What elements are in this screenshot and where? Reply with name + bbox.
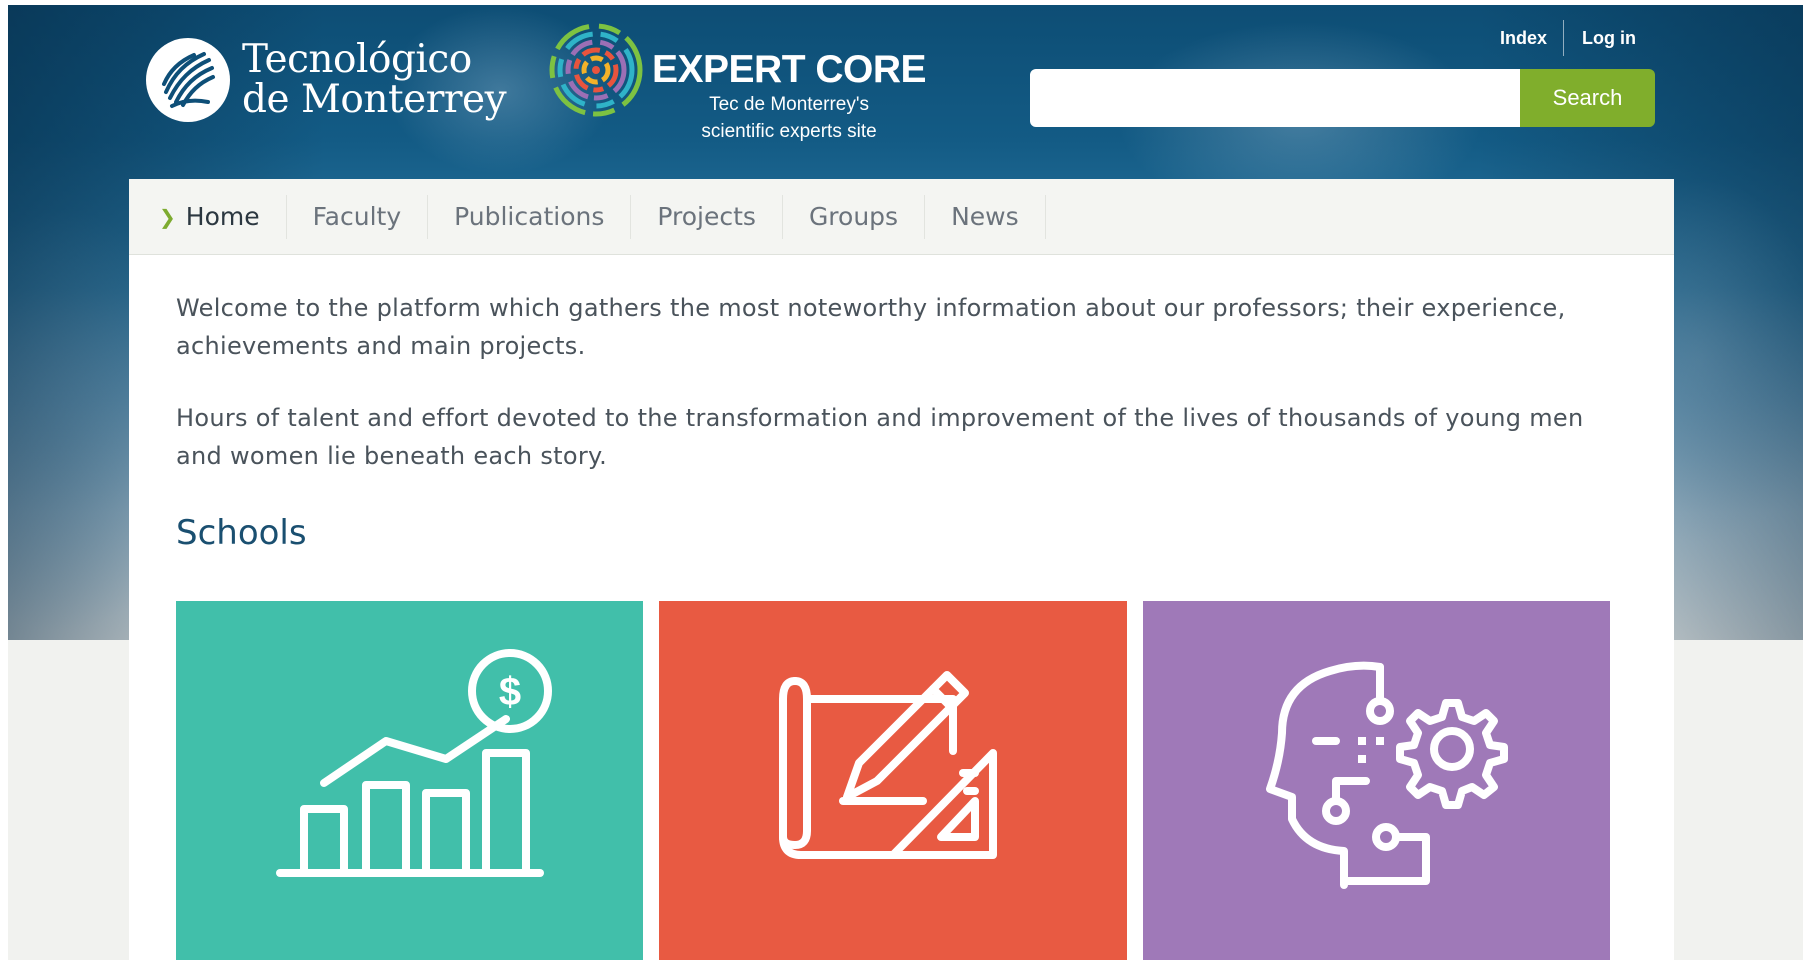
index-link[interactable]: Index — [1500, 28, 1547, 49]
expert-core-logo[interactable]: EXPERT CORE Tec de Monterrey's scientifi… — [548, 22, 927, 144]
svg-text:$: $ — [499, 670, 521, 714]
nav-label-groups: Groups — [808, 202, 899, 231]
top-links: Index Log in — [1500, 20, 1636, 56]
intro-paragraph-2: Hours of talent and effort devoted to th… — [176, 404, 1584, 470]
tec-emblem-icon — [146, 38, 230, 122]
nav-label-faculty: Faculty — [312, 202, 402, 231]
search-bar: Search — [1030, 69, 1655, 127]
intro-paragraph-1: Welcome to the platform which gathers th… — [176, 294, 1566, 360]
expert-core-title: EXPERT CORE — [652, 48, 927, 91]
nav-label-news: News — [951, 202, 1019, 231]
expert-core-subtitle-2: scientific experts site — [701, 121, 877, 142]
login-link[interactable]: Log in — [1582, 28, 1636, 49]
nav-item-groups[interactable]: Groups — [783, 194, 926, 239]
nav-item-home[interactable]: ❯ Home — [159, 194, 287, 239]
search-input[interactable] — [1030, 69, 1520, 127]
tec-name-line2: de Monterrey — [242, 77, 507, 122]
school-tiles: $ — [176, 601, 1626, 960]
school-tile-business[interactable]: $ — [176, 601, 644, 960]
nav-label-publications: Publications — [454, 202, 605, 231]
main-panel: ❯ Home Faculty Publications Projects Gro… — [129, 179, 1674, 960]
nav-label-home: Home — [185, 202, 260, 231]
schools-heading: Schools — [176, 513, 307, 553]
tec-logo[interactable]: Tecnológico de Monterrey — [146, 37, 507, 122]
left-frame — [0, 0, 8, 960]
nav-item-projects[interactable]: Projects — [631, 194, 783, 239]
school-tile-engineering[interactable] — [1142, 601, 1610, 960]
main-content: Welcome to the platform which gathers th… — [129, 255, 1674, 960]
main-nav: ❯ Home Faculty Publications Projects Gro… — [129, 179, 1674, 255]
school-tile-architecture[interactable] — [659, 601, 1127, 960]
expert-core-subtitle-1: Tec de Monterrey's — [709, 94, 869, 115]
chevron-right-icon: ❯ — [159, 204, 176, 229]
nav-item-faculty[interactable]: Faculty — [287, 194, 429, 239]
business-growth-chart-icon: $ — [275, 649, 552, 877]
top-frame — [0, 0, 1803, 5]
nav-label-projects: Projects — [657, 202, 756, 231]
tec-logo-text: Tecnológico de Monterrey — [242, 37, 507, 122]
expert-core-emblem-icon — [549, 23, 643, 117]
link-divider — [1563, 20, 1565, 56]
search-button[interactable]: Search — [1520, 69, 1655, 127]
tec-name-line1: Tecnológico — [242, 37, 472, 82]
nav-item-news[interactable]: News — [925, 194, 1046, 239]
ai-head-gear-icon — [1266, 661, 1509, 889]
architecture-design-icon — [778, 671, 997, 859]
nav-item-publications[interactable]: Publications — [428, 194, 632, 239]
